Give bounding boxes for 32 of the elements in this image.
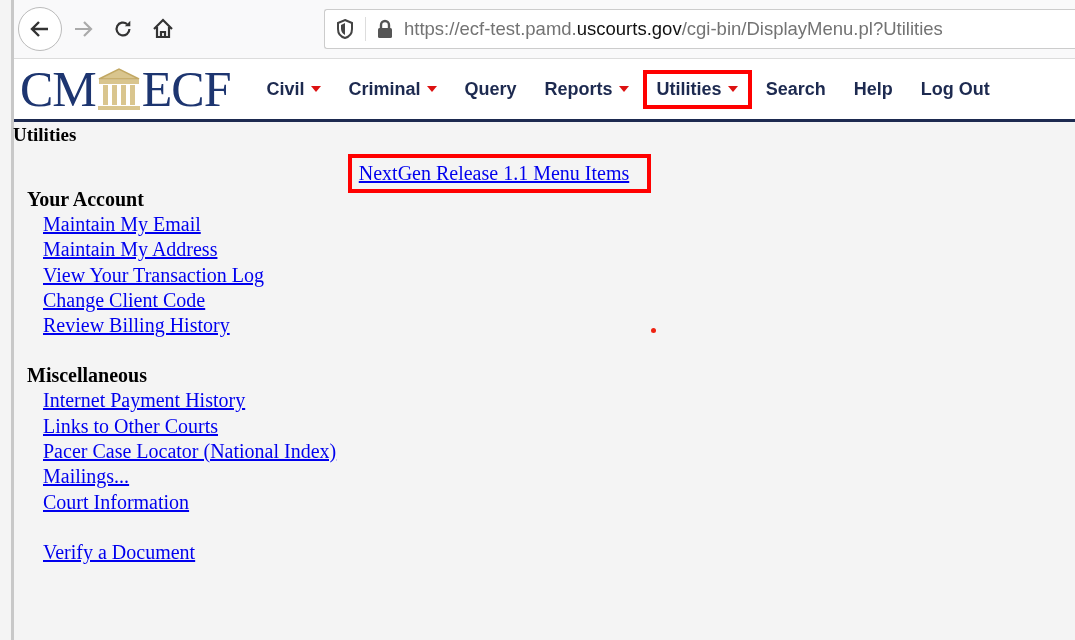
menu-item[interactable]: Log Out — [906, 69, 1004, 109]
menu-link[interactable]: Internet Payment History — [43, 388, 246, 414]
section-heading: Miscellaneous — [27, 363, 148, 389]
menu-item[interactable]: Help — [839, 69, 907, 109]
menu-link[interactable]: Links to Other Courts — [43, 413, 218, 440]
menu-link[interactable]: Review Billing History — [43, 313, 230, 339]
menu-item[interactable]: Query — [450, 69, 531, 109]
menu-item[interactable]: Reports — [530, 69, 643, 109]
menu-link[interactable]: Mailings... — [43, 464, 130, 490]
featured-link[interactable]: NextGen Release 1.1 Menu Items — [358, 162, 630, 184]
menu-link[interactable]: Verify a Document — [43, 539, 196, 566]
home-icon — [151, 17, 175, 41]
menu-link[interactable]: Change Client Code — [43, 287, 206, 314]
page-title: Utilities — [13, 124, 78, 146]
courthouse-icon — [95, 67, 142, 111]
section-heading: Your Account — [27, 187, 145, 212]
url-text: https://ecf-test.pamd.uscourts.gov/cgi-bin/DisplayMenu.pl?Utilities — [404, 18, 943, 40]
menu-item[interactable]: Utilities — [642, 69, 752, 109]
menu-link[interactable]: Maintain My Email — [43, 212, 201, 238]
logo: CM ECF — [20, 64, 231, 114]
marker-dot — [651, 328, 656, 333]
address-bar[interactable]: https://ecf-test.pamd.uscourts.gov/cgi-bin/DisplayMenu.pl?Utilities — [324, 9, 1075, 49]
menu-item[interactable]: Civil — [252, 69, 335, 109]
shield-icon — [335, 18, 355, 40]
menu-link[interactable]: Court Information — [43, 489, 190, 515]
back-button[interactable] — [18, 7, 62, 51]
menu-link[interactable]: Pacer Case Locator (National Index) — [43, 439, 337, 465]
menu-link[interactable]: View Your Transaction Log — [43, 262, 265, 288]
menu-item[interactable]: Criminal — [334, 69, 451, 109]
lock-icon — [376, 19, 394, 39]
menu-link[interactable]: Maintain My Address — [43, 237, 218, 263]
menu-item[interactable]: Search — [751, 69, 840, 109]
